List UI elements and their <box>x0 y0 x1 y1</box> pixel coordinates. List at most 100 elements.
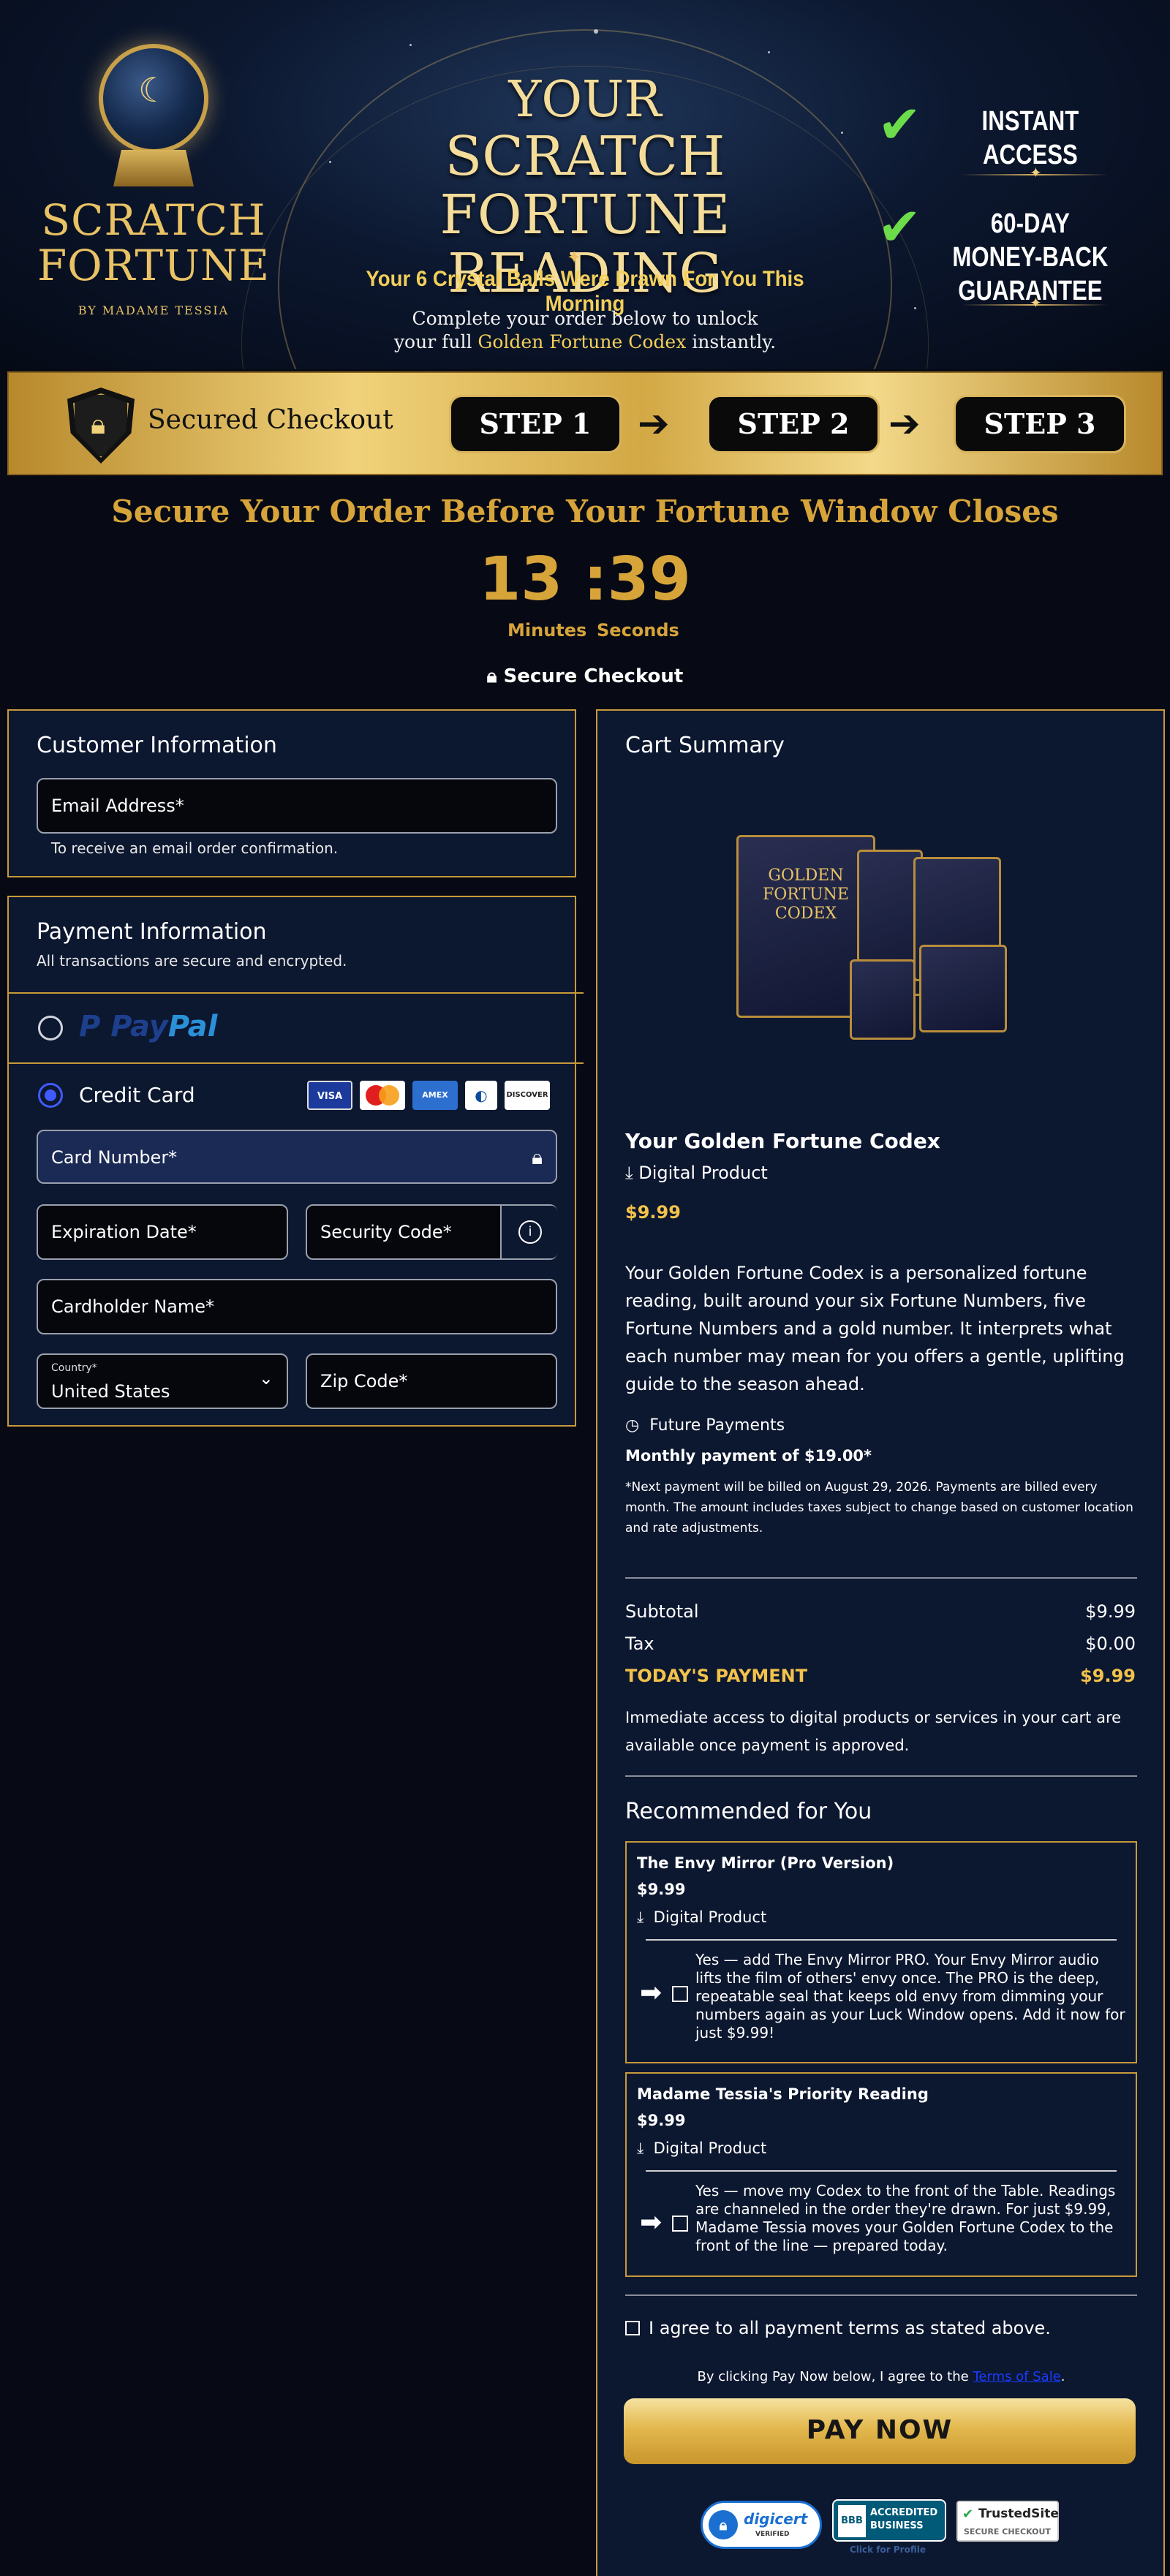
crystal-ball-stand <box>113 150 194 186</box>
rec-price: $9.99 <box>637 1881 686 1898</box>
divider <box>625 2294 1137 2296</box>
card-number-field[interactable]: Card Number* 🔒︎ <box>37 1130 557 1184</box>
envy-mirror-card <box>850 959 916 1040</box>
trustedsite-badge[interactable]: ✔ TrustedSite SECURE CHECKOUT <box>956 2501 1059 2542</box>
checkmark-icon: ✔ <box>962 2507 974 2522</box>
email-hint: To receive an email order confirmation. <box>51 839 339 857</box>
hero-description: Complete your order below to unlock your… <box>393 308 777 352</box>
email-field[interactable]: Email Address* <box>37 778 557 834</box>
checkmark-icon: ✔ <box>878 196 922 257</box>
recommendation-card: Madame Tessia's Priority Reading $9.99 ⤓… <box>625 2072 1137 2277</box>
star-decoration <box>914 307 916 309</box>
lock-icon: 🔒︎ <box>532 1145 543 1169</box>
product-type: ⤓ Digital Product <box>625 1163 768 1183</box>
star-decoration <box>594 29 598 34</box>
secure-checkout-note: 🔒︎ Secure Checkout <box>486 665 684 687</box>
cardholder-name-field[interactable]: Cardholder Name* <box>37 1279 557 1334</box>
tax-value: $0.00 <box>1085 1633 1136 1654</box>
logo-byline: BY MADAME TESSIA <box>78 303 230 317</box>
payment-option-paypal[interactable]: P PayPal <box>9 994 575 1061</box>
info-icon: i <box>518 1220 542 1244</box>
bbb-profile-link[interactable]: Click for Profile <box>850 2545 926 2555</box>
rec-offer: Yes — move my Codex to the front of the … <box>695 2182 1116 2254</box>
timer-seconds-label: Seconds <box>597 620 679 641</box>
rec-checkbox[interactable] <box>672 1986 688 2002</box>
diners-club-icon: ◐ <box>465 1081 497 1110</box>
timer-separator: : <box>583 545 608 614</box>
product-name: Your Golden Fortune Codex <box>625 1129 940 1153</box>
countdown-timer: 13 :39 <box>0 545 1170 614</box>
divider <box>625 1577 1137 1579</box>
rec-name: Madame Tessia's Priority Reading <box>637 2085 929 2103</box>
star-decoration <box>768 51 770 53</box>
product-description: Your Golden Fortune Codex is a personali… <box>625 1263 1125 1394</box>
divider-star-icon: ✦ <box>1030 294 1042 311</box>
chevron-down-icon: ⌄ <box>258 1368 273 1389</box>
terms-of-sale-link[interactable]: Terms of Sale <box>973 2369 1060 2384</box>
bonus-card <box>919 945 1007 1032</box>
country-select[interactable]: Country* United States ⌄ <box>37 1353 288 1409</box>
lock-icon: 🔒︎ <box>91 408 106 440</box>
security-code-info[interactable]: i <box>500 1206 557 1258</box>
security-code-field[interactable]: Security Code* i <box>306 1204 557 1260</box>
arrow-right-icon: ➔ <box>888 402 921 446</box>
secured-checkout-label: Secured Checkout <box>148 405 393 435</box>
payment-info-subtitle: All transactions are secure and encrypte… <box>37 952 347 970</box>
timer-minutes: 13 <box>479 545 563 614</box>
recommendation-card: The Envy Mirror (Pro Version) $9.99 ⤓ Di… <box>625 1841 1137 2063</box>
todays-payment-value: $9.99 <box>1080 1666 1136 1686</box>
digicert-badge[interactable]: 🔒︎ digicert VERIFIED <box>701 2501 822 2549</box>
bbb-accredited-badge[interactable]: BBB ACCREDITED BUSINESS <box>832 2499 946 2542</box>
paypal-radio[interactable] <box>38 1016 63 1040</box>
step-1: STEP 1 <box>449 395 622 453</box>
star-decoration <box>410 44 412 46</box>
payment-info-title: Payment Information <box>37 919 267 945</box>
product-image: GOLDEN FORTUNE CODEX <box>714 835 1036 1054</box>
agree-terms-label: I agree to all payment terms as stated a… <box>649 2318 1051 2338</box>
step-2: STEP 2 <box>707 395 880 453</box>
access-note: Immediate access to digital products or … <box>625 1709 1122 1754</box>
recommended-title: Recommended for You <box>625 1799 872 1824</box>
hero-banner: ☾ SCRATCH FORTUNE BY MADAME TESSIA YOUR … <box>0 0 1170 369</box>
monthly-note: *Next payment will be billed on August 2… <box>625 1480 1133 1536</box>
payment-info-panel: Payment Information All transactions are… <box>7 896 584 1427</box>
cart-summary-title: Cart Summary <box>625 733 785 758</box>
agree-terms-checkbox[interactable] <box>625 2321 640 2335</box>
credit-card-label: Credit Card <box>79 1083 195 1107</box>
brand-logo: ☾ SCRATCH FORTUNE BY MADAME TESSIA <box>29 15 278 344</box>
divider <box>625 1775 1137 1777</box>
download-icon: ⤓ <box>637 1908 644 1926</box>
download-icon: ⤓ <box>625 1163 633 1183</box>
pointing-hand-icon: ➡ <box>640 1978 663 2008</box>
divider <box>646 1939 1117 1941</box>
terms-notice: By clicking Pay Now below, I agree to th… <box>697 2369 1065 2384</box>
lock-icon: 🔒︎ <box>709 2510 738 2539</box>
timer-minutes-label: Minutes <box>507 620 587 641</box>
divider <box>646 2170 1117 2172</box>
customer-info-title: Customer Information <box>37 733 277 758</box>
arrow-right-icon: ➔ <box>638 402 670 446</box>
amex-icon: AMEX <box>412 1081 458 1110</box>
product-price: $9.99 <box>625 1202 681 1223</box>
cart-summary-panel: Cart Summary GOLDEN FORTUNE CODEX Your Gol… <box>596 709 1165 2576</box>
logo-title: SCRATCH FORTUNE <box>37 195 271 290</box>
clock-icon: ◷ <box>625 1416 640 1435</box>
checkmark-icon: ✔ <box>878 94 922 155</box>
expiration-date-field[interactable]: Expiration Date* <box>37 1204 288 1260</box>
checkout-steps-bar: 🔒︎ Secured Checkout STEP 1 ➔ STEP 2 ➔ ST… <box>7 371 1163 475</box>
pointing-hand-icon: ➡ <box>640 2207 663 2237</box>
urgency-headline: Secure Your Order Before Your Fortune Wi… <box>111 494 1059 529</box>
rec-name: The Envy Mirror (Pro Version) <box>637 1854 894 1872</box>
visa-icon: VISA <box>307 1081 352 1110</box>
subtotal-label: Subtotal <box>625 1601 699 1622</box>
paypal-logo: P PayPal <box>79 1010 218 1043</box>
divider-star-icon: ✦ <box>567 247 582 268</box>
zip-code-field[interactable]: Zip Code* <box>306 1353 557 1409</box>
pay-now-button[interactable]: PAY NOW <box>624 2398 1136 2464</box>
crystal-ball-icon: ☾ <box>99 44 208 154</box>
credit-card-radio[interactable] <box>38 1083 63 1108</box>
rec-price: $9.99 <box>637 2112 686 2129</box>
step-3: STEP 3 <box>954 395 1126 453</box>
rec-checkbox[interactable] <box>672 2216 688 2232</box>
divider-star-icon: ✦ <box>1030 164 1042 181</box>
